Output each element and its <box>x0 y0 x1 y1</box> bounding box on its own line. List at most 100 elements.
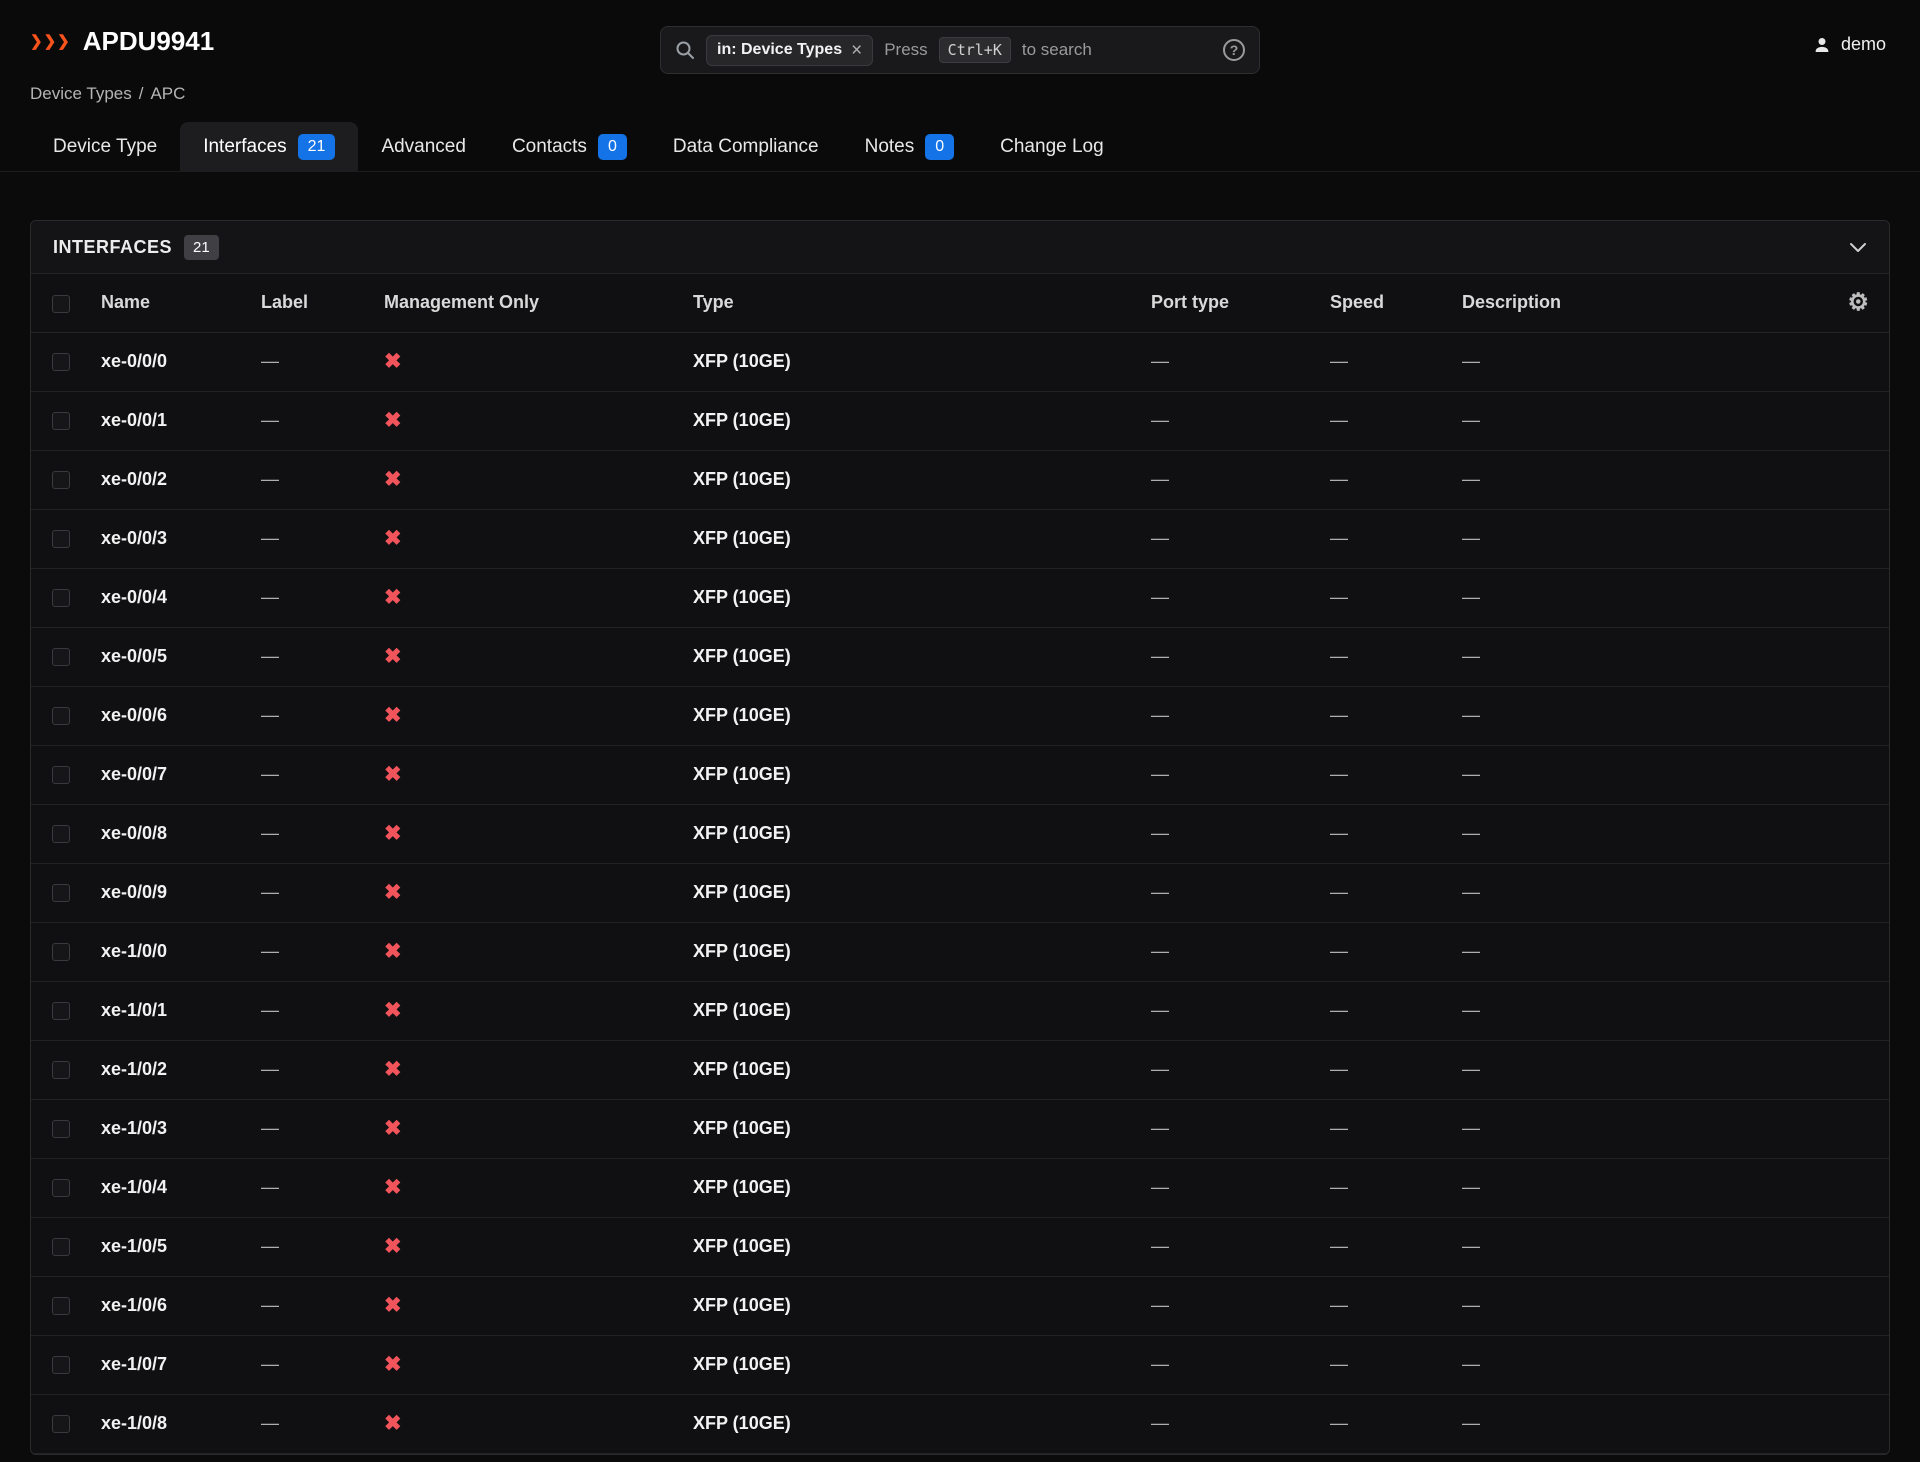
label-cell: — <box>261 745 384 804</box>
interface-name-link[interactable]: xe-0/0/6 <box>101 705 167 725</box>
tab-interfaces[interactable]: Interfaces21 <box>180 122 358 171</box>
breadcrumb-apc[interactable]: APC <box>150 84 185 104</box>
port-type-cell: — <box>1151 627 1330 686</box>
interface-name-link[interactable]: xe-0/0/3 <box>101 528 167 548</box>
row-checkbox[interactable] <box>52 1356 70 1374</box>
row-checkbox[interactable] <box>52 648 70 666</box>
row-checkbox[interactable] <box>52 884 70 902</box>
management-only-false-icon: ✖ <box>384 1394 693 1453</box>
speed-cell: — <box>1330 745 1462 804</box>
table-row: xe-0/0/3 — ✖ XFP (10GE) — — — <box>31 509 1889 568</box>
interface-name-link[interactable]: xe-0/0/1 <box>101 410 167 430</box>
interface-name-link[interactable]: xe-1/0/8 <box>101 1413 167 1433</box>
interface-name-link[interactable]: xe-0/0/0 <box>101 351 167 371</box>
interface-name-link[interactable]: xe-0/0/2 <box>101 469 167 489</box>
management-only-false-icon: ✖ <box>384 686 693 745</box>
row-checkbox[interactable] <box>52 943 70 961</box>
port-type-cell: — <box>1151 509 1330 568</box>
search-icon <box>675 40 695 60</box>
search-filter-chip[interactable]: in: Device Types × <box>706 35 873 66</box>
type-cell: XFP (10GE) <box>693 332 1151 391</box>
search-bar[interactable]: in: Device Types × Press Ctrl+K to searc… <box>660 26 1260 74</box>
select-all-checkbox[interactable] <box>52 295 70 313</box>
port-type-cell: — <box>1151 981 1330 1040</box>
interface-name-link[interactable]: xe-1/0/2 <box>101 1059 167 1079</box>
chip-close-icon[interactable]: × <box>851 41 862 60</box>
type-cell: XFP (10GE) <box>693 1217 1151 1276</box>
table-row: xe-1/0/7 — ✖ XFP (10GE) — — — <box>31 1335 1889 1394</box>
label-cell: — <box>261 1217 384 1276</box>
description-cell: — <box>1462 332 1818 391</box>
label-cell: — <box>261 863 384 922</box>
row-checkbox[interactable] <box>52 707 70 725</box>
ctrl-k-shortcut: Ctrl+K <box>939 37 1011 63</box>
page-title: APDU9941 <box>83 26 215 57</box>
description-cell: — <box>1462 981 1818 1040</box>
tab-contacts[interactable]: Contacts0 <box>489 122 650 171</box>
help-icon[interactable]: ? <box>1223 39 1245 61</box>
interface-name-link[interactable]: xe-1/0/1 <box>101 1000 167 1020</box>
interface-name-link[interactable]: xe-0/0/9 <box>101 882 167 902</box>
row-checkbox[interactable] <box>52 1238 70 1256</box>
collapse-chevron-icon[interactable] <box>1849 242 1867 253</box>
description-cell: — <box>1462 922 1818 981</box>
table-row: xe-1/0/3 — ✖ XFP (10GE) — — — <box>31 1099 1889 1158</box>
interface-name-link[interactable]: xe-1/0/3 <box>101 1118 167 1138</box>
interface-name-link[interactable]: xe-1/0/6 <box>101 1295 167 1315</box>
interface-name-link[interactable]: xe-0/0/4 <box>101 587 167 607</box>
user-icon <box>1812 35 1832 55</box>
row-checkbox[interactable] <box>52 589 70 607</box>
tab-change-log[interactable]: Change Log <box>977 122 1127 171</box>
row-checkbox[interactable] <box>52 1415 70 1433</box>
interfaces-panel-header: INTERFACES 21 <box>31 221 1889 274</box>
port-type-cell: — <box>1151 568 1330 627</box>
port-type-cell: — <box>1151 745 1330 804</box>
interface-name-link[interactable]: xe-0/0/5 <box>101 646 167 666</box>
row-checkbox[interactable] <box>52 353 70 371</box>
type-cell: XFP (10GE) <box>693 627 1151 686</box>
search-hint-suffix: to search <box>1022 40 1092 60</box>
label-cell: — <box>261 627 384 686</box>
table-row: xe-0/0/9 — ✖ XFP (10GE) — — — <box>31 863 1889 922</box>
row-checkbox[interactable] <box>52 1061 70 1079</box>
port-type-cell: — <box>1151 1040 1330 1099</box>
row-checkbox[interactable] <box>52 412 70 430</box>
interface-name-link[interactable]: xe-0/0/8 <box>101 823 167 843</box>
interface-name-link[interactable]: xe-1/0/4 <box>101 1177 167 1197</box>
speed-cell: — <box>1330 863 1462 922</box>
table-row: xe-1/0/0 — ✖ XFP (10GE) — — — <box>31 922 1889 981</box>
row-checkbox[interactable] <box>52 1120 70 1138</box>
speed-cell: — <box>1330 1217 1462 1276</box>
row-checkbox[interactable] <box>52 1179 70 1197</box>
description-cell: — <box>1462 627 1818 686</box>
tab-data-compliance[interactable]: Data Compliance <box>650 122 842 171</box>
tab-device-type[interactable]: Device Type <box>30 122 180 171</box>
row-checkbox[interactable] <box>52 825 70 843</box>
speed-cell: — <box>1330 804 1462 863</box>
column-header-management-only: Management Only <box>384 274 693 332</box>
row-checkbox[interactable] <box>52 530 70 548</box>
speed-cell: — <box>1330 1099 1462 1158</box>
type-cell: XFP (10GE) <box>693 745 1151 804</box>
breadcrumb-device-types[interactable]: Device Types <box>30 84 132 104</box>
label-cell: — <box>261 922 384 981</box>
table-row: xe-0/0/0 — ✖ XFP (10GE) — — — <box>31 332 1889 391</box>
speed-cell: — <box>1330 1276 1462 1335</box>
interface-name-link[interactable]: xe-0/0/7 <box>101 764 167 784</box>
tab-advanced[interactable]: Advanced <box>358 122 489 171</box>
row-checkbox[interactable] <box>52 1297 70 1315</box>
port-type-cell: — <box>1151 804 1330 863</box>
row-checkbox[interactable] <box>52 471 70 489</box>
row-checkbox[interactable] <box>52 1002 70 1020</box>
row-checkbox[interactable] <box>52 766 70 784</box>
port-type-cell: — <box>1151 1276 1330 1335</box>
table-config-gear-icon[interactable]: ⚙ <box>1847 289 1869 316</box>
interface-name-link[interactable]: xe-1/0/5 <box>101 1236 167 1256</box>
user-menu[interactable]: demo <box>1812 34 1886 55</box>
tab-notes[interactable]: Notes0 <box>842 122 978 171</box>
description-cell: — <box>1462 1335 1818 1394</box>
interface-name-link[interactable]: xe-1/0/0 <box>101 941 167 961</box>
interfaces-panel: INTERFACES 21 Name Label Management Only… <box>30 220 1890 1455</box>
interface-name-link[interactable]: xe-1/0/7 <box>101 1354 167 1374</box>
description-cell: — <box>1462 1158 1818 1217</box>
